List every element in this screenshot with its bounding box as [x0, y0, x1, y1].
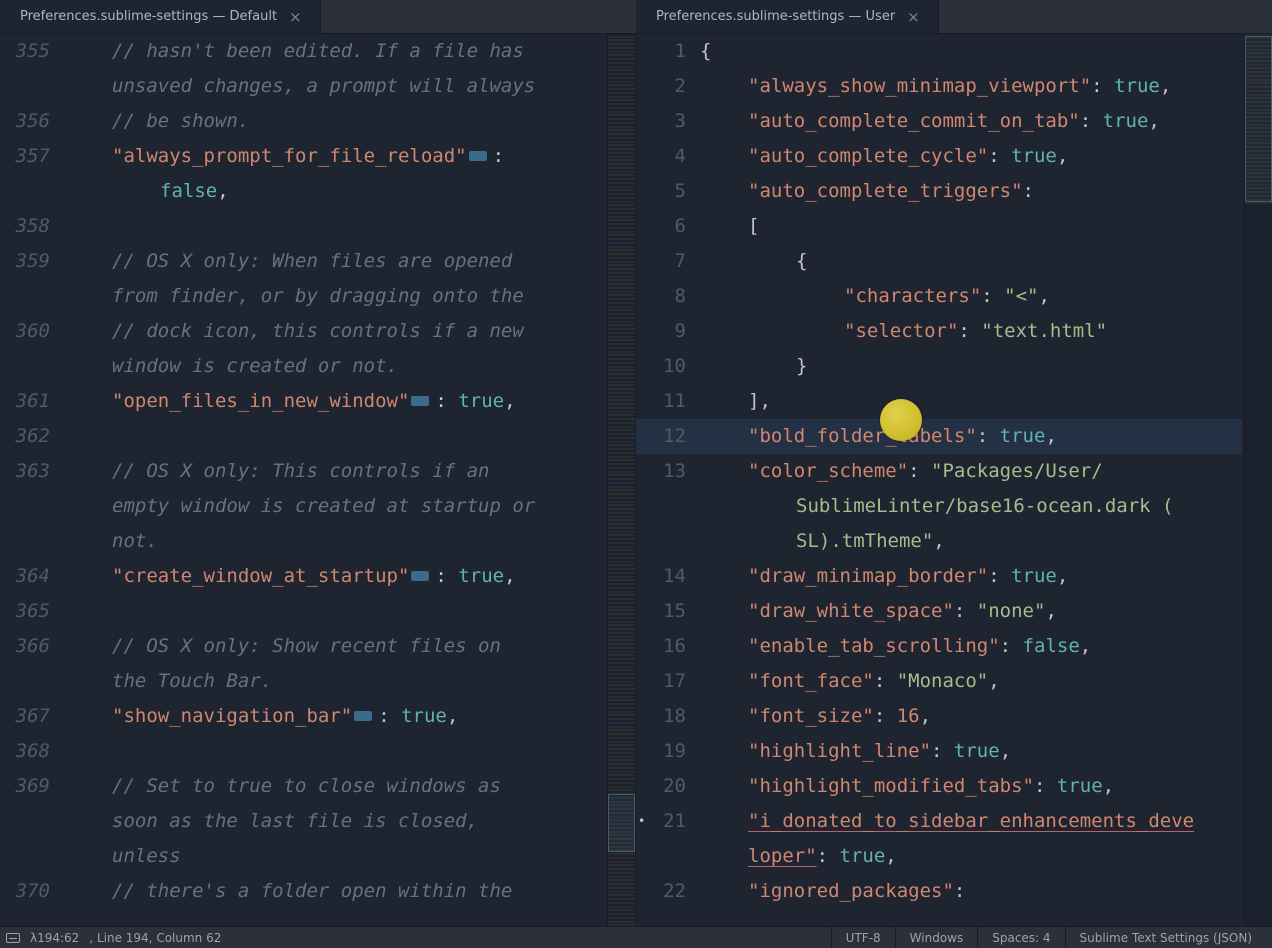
code-text: "<" — [1004, 285, 1038, 307]
panel-switcher-icon[interactable] — [6, 933, 20, 943]
code-text: "font_size" — [748, 705, 874, 727]
tab-user-settings[interactable]: Preferences.sublime-settings — User × — [636, 0, 939, 33]
code-text: "auto_complete_cycle" — [748, 145, 988, 167]
code-text: "highlight_line" — [748, 740, 931, 762]
code-text: true — [1011, 145, 1057, 167]
code-text: "draw_minimap_border" — [748, 565, 988, 587]
code-text: "auto_complete_triggers" — [748, 180, 1023, 202]
code-text: "none" — [977, 600, 1046, 622]
code-text: true — [458, 565, 504, 587]
code-text: "draw_white_space" — [748, 600, 954, 622]
code-text: "create_window_at_startup" — [112, 565, 409, 587]
code-text: true — [1011, 565, 1057, 587]
code-text: true — [1103, 110, 1149, 132]
code-text: // Set to true to close windows as — [112, 775, 501, 797]
code-text: "open_files_in_new_window" — [112, 390, 409, 412]
fold-icon[interactable] — [411, 571, 429, 581]
tab-default-settings[interactable]: Preferences.sublime-settings — Default × — [0, 0, 321, 33]
code-text: "ignored_packages" — [748, 880, 954, 902]
editor-pane-default[interactable]: 355// hasn't been edited. If a file has … — [0, 34, 636, 926]
code-text: "highlight_modified_tabs" — [748, 775, 1034, 797]
cursor-highlight-icon — [880, 399, 922, 441]
gutter-dot-icon: • — [638, 804, 645, 839]
code-text: "bold_folder_labels" — [748, 425, 977, 447]
code-text: "enable_tab_scrolling" — [748, 635, 1000, 657]
code-text: true — [1114, 75, 1160, 97]
fold-icon[interactable] — [354, 711, 372, 721]
code-text: from finder, or by dragging onto the — [112, 285, 524, 307]
minimap[interactable] — [1244, 34, 1272, 926]
code-text: "Monaco" — [897, 670, 989, 692]
code-text: false — [160, 180, 217, 202]
code-text: the Touch Bar. — [112, 670, 272, 692]
code-text: "always_prompt_for_file_reload" — [112, 145, 467, 167]
code-text: true — [458, 390, 504, 412]
code-text: true — [954, 740, 1000, 762]
status-encoding[interactable]: UTF-8 — [831, 927, 895, 948]
code-text: window is created or not. — [112, 355, 398, 377]
line-number: 355 — [0, 34, 64, 69]
code-text: true — [1000, 425, 1046, 447]
status-syntax[interactable]: Sublime Text Settings (JSON) — [1065, 927, 1266, 948]
status-indentation[interactable]: Spaces: 4 — [977, 927, 1064, 948]
minimap-viewport[interactable] — [1245, 36, 1272, 202]
code-text: "characters" — [844, 285, 981, 307]
close-icon[interactable]: × — [905, 8, 922, 26]
code-text: // dock icon, this controls if a new — [112, 320, 524, 342]
code-text: // hasn't been edited. If a file has — [112, 40, 524, 62]
code-text: empty window is created at startup or — [112, 495, 535, 517]
code-text: "always_show_minimap_viewport" — [748, 75, 1091, 97]
code-text: true — [401, 705, 447, 727]
code-text: true — [840, 845, 886, 867]
minimap[interactable] — [607, 34, 635, 926]
code-text: "color_scheme" — [748, 460, 908, 482]
code-text: soon as the last file is closed, — [112, 810, 478, 832]
code-text: "auto_complete_commit_on_tab" — [748, 110, 1080, 132]
fold-icon[interactable] — [411, 396, 429, 406]
code-text: // there's a folder open within the — [112, 880, 512, 902]
fold-icon[interactable] — [469, 151, 487, 161]
minimap-viewport[interactable] — [608, 794, 635, 852]
status-bar: λ194:62 , Line 194, Column 62 UTF-8 Wind… — [0, 926, 1272, 948]
code-text: "Packages/User/ — [931, 460, 1103, 482]
close-icon[interactable]: × — [287, 8, 304, 26]
code-text: "font_face" — [748, 670, 874, 692]
code-text: // OS X only: When files are opened — [112, 250, 512, 272]
code-text: false — [1023, 635, 1080, 657]
tab-label: Preferences.sublime-settings — User — [656, 9, 895, 24]
code-text: true — [1057, 775, 1103, 797]
code-text: SL).tmTheme" — [796, 530, 933, 552]
code-text: "show_navigation_bar" — [112, 705, 352, 727]
tab-strip: Preferences.sublime-settings — Default ×… — [0, 0, 1272, 34]
code-text: "i_donated_to_sidebar_enhancements_deve — [748, 810, 1194, 832]
status-position[interactable]: λ194:62 — [30, 931, 79, 945]
code-text: // be shown. — [112, 110, 249, 132]
code-text: unsaved changes, a prompt will always — [112, 75, 535, 97]
code-text: "selector" — [844, 320, 958, 342]
tab-label: Preferences.sublime-settings — Default — [20, 9, 277, 24]
status-linecol[interactable]: , Line 194, Column 62 — [89, 931, 221, 945]
code-text: SublimeLinter/base16-ocean.dark ( — [796, 495, 1174, 517]
code-text: unless — [112, 845, 181, 867]
code-text: // OS X only: Show recent files on — [112, 635, 501, 657]
editor-pane-user[interactable]: 1{ 2"always_show_minimap_viewport": true… — [636, 34, 1272, 926]
code-text: "text.html" — [981, 320, 1107, 342]
code-text: not. — [112, 530, 158, 552]
code-text: 16 — [897, 705, 920, 727]
code-text: loper" — [748, 845, 817, 867]
status-line-endings[interactable]: Windows — [895, 927, 978, 948]
code-text: // OS X only: This controls if an — [112, 460, 490, 482]
